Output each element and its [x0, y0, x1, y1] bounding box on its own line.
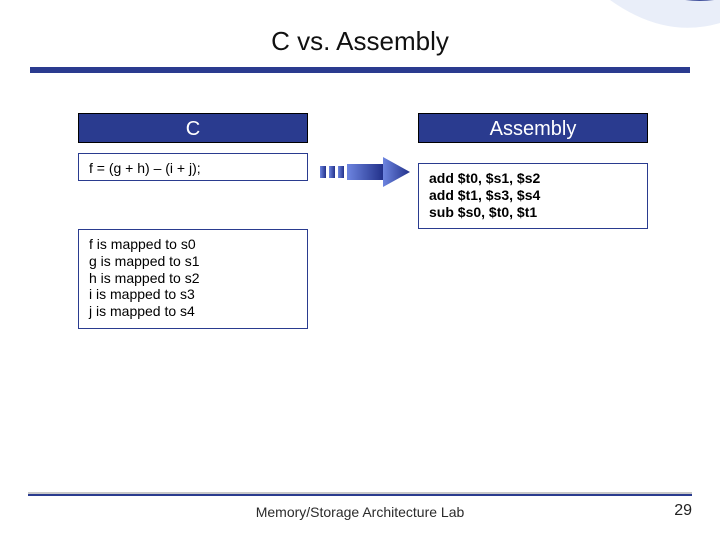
column-header-assembly: Assembly: [418, 113, 648, 143]
mapping-line: j is mapped to s4: [89, 303, 297, 320]
slide-body: C Assembly f = (g + h) – (i + j); f is m…: [0, 73, 720, 453]
page-number: 29: [674, 502, 692, 520]
slide-footer: Memory/Storage Architecture Lab 29: [0, 494, 720, 520]
mapping-line: h is mapped to s2: [89, 270, 297, 287]
mapping-line: i is mapped to s3: [89, 286, 297, 303]
column-header-c: C: [78, 113, 308, 143]
arrow-icon: [320, 157, 410, 187]
register-mapping-box: f is mapped to s0 g is mapped to s1 h is…: [78, 229, 308, 329]
assembly-code-box: add $t0, $s1, $s2 add $t1, $s3, $s4 sub …: [418, 163, 648, 229]
asm-line: add $t1, $s3, $s4: [429, 187, 637, 204]
footer-lab-label: Memory/Storage Architecture Lab: [0, 504, 720, 520]
mapping-line: g is mapped to s1: [89, 253, 297, 270]
mapping-line: f is mapped to s0: [89, 236, 297, 253]
c-expression-box: f = (g + h) – (i + j);: [78, 153, 308, 181]
c-expression-text: f = (g + h) – (i + j);: [89, 160, 201, 176]
corner-swoosh-decoration: [610, 0, 720, 60]
asm-line: add $t0, $s1, $s2: [429, 170, 637, 187]
footer-rule: [28, 492, 692, 496]
asm-line: sub $s0, $t0, $t1: [429, 204, 637, 221]
